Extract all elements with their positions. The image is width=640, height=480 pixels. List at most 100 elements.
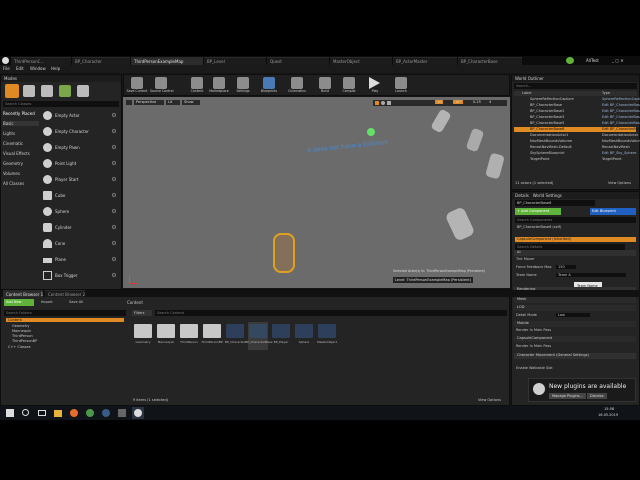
snap-scale[interactable]: 0.25	[471, 100, 483, 104]
outliner-row[interactable]: SkySphereBlueprint Edit BP_Sky_Sphere	[514, 151, 636, 156]
selected-name-field[interactable]: BP_CharacterBase6	[515, 200, 595, 206]
col-label[interactable]: Label	[522, 91, 531, 95]
prop-value-dropdown[interactable]: Low	[556, 313, 590, 317]
component-self[interactable]: BP_CharacterBase6 (self)	[515, 225, 636, 230]
geometry-mode-icon[interactable]	[77, 85, 89, 97]
outliner-row-selected[interactable]: BP_CharacterBase6 Edit BP_CharacterBase	[514, 127, 640, 132]
import-button[interactable]: Import	[39, 299, 63, 306]
content-item[interactable]: MasterObject	[317, 322, 337, 350]
outliner-search[interactable]: Search...	[514, 83, 637, 89]
dismiss-button[interactable]: Dismiss	[587, 393, 607, 399]
content-path[interactable]: Content	[127, 300, 143, 305]
firefox-icon[interactable]	[68, 407, 80, 419]
content-view-options[interactable]: View Options	[478, 398, 501, 402]
outliner-row[interactable]: BP_CharacterBase3 Edit BP_CharacterBase	[514, 115, 640, 120]
modes-search[interactable]: Search Classes	[3, 101, 119, 107]
category-lights[interactable]: Lights	[3, 131, 15, 136]
explorer-icon[interactable]	[52, 407, 64, 419]
foliage-mode-icon[interactable]	[59, 85, 71, 97]
category-cinematic[interactable]: Cinematic	[3, 141, 23, 146]
outliner-row[interactable]: BP_CharacterBase5 Edit BP_CharacterBase	[514, 121, 640, 126]
section-ai[interactable]: AI	[514, 250, 636, 256]
menu-window[interactable]: Window	[30, 66, 46, 71]
section-capsule-component[interactable]: CapsuleComponent	[514, 336, 636, 342]
prop-value-input[interactable]: 150	[556, 265, 576, 269]
outliner-row[interactable]: SphereReflectionCapture SphereReflectionC…	[514, 97, 640, 102]
category-visual-effects[interactable]: Visual Effects	[3, 151, 30, 156]
content-browser-tab-1[interactable]: Content Browser 1	[3, 290, 43, 297]
content-item[interactable]: Mannequin	[156, 322, 176, 350]
viewport-options-icon[interactable]	[126, 100, 132, 105]
col-type[interactable]: Type	[602, 91, 610, 95]
outliner-row[interactable]: RecastNavMesh-Default RecastNavMesh	[514, 145, 636, 150]
scale-icon[interactable]	[387, 101, 391, 105]
clock-time[interactable]: 15:58	[604, 407, 614, 411]
save-all-button[interactable]: Save All	[67, 299, 95, 306]
outliner-view-options[interactable]: View Options	[608, 181, 631, 185]
task-view-icon[interactable]	[36, 407, 48, 419]
tab-5[interactable]: MasterObject	[330, 57, 392, 65]
world-settings-tab[interactable]: World Settings	[533, 193, 562, 198]
menu-help[interactable]: Help	[51, 66, 60, 71]
snap-value[interactable]: 10	[435, 100, 444, 104]
search-components[interactable]: Search Components	[515, 217, 636, 223]
content-browser-tab-2[interactable]: Content Browser 2	[45, 290, 85, 297]
show-button[interactable]: Show	[182, 100, 200, 105]
tab-3[interactable]: BP_Level	[204, 57, 266, 65]
windows-start-icon[interactable]	[4, 407, 16, 419]
category-all-classes[interactable]: All Classes	[3, 181, 24, 186]
rotate-icon[interactable]	[381, 101, 385, 105]
outliner-row[interactable]: DocumentationActor1 DocumentationActor	[514, 133, 638, 138]
tree-item[interactable]: ThirdPersonBP	[12, 339, 37, 343]
tab-4[interactable]: Quest	[267, 57, 329, 65]
outliner-row[interactable]: BP_CharacterBase Edit BP_CharacterBase	[514, 103, 640, 108]
tab-6[interactable]: BP_ActorMaster	[393, 57, 457, 65]
edit-blueprint-button[interactable]: Edit Blueprint	[590, 208, 636, 215]
epic-launcher-icon[interactable]	[116, 407, 128, 419]
content-item[interactable]: ThirdPersonBP	[201, 322, 223, 350]
place-cylinder[interactable]: Cylinder	[41, 222, 119, 233]
category-geometry[interactable]: Geometry	[3, 161, 23, 166]
section-lod[interactable]: LOD	[514, 305, 636, 311]
add-component-button[interactable]: + Add Component	[515, 208, 561, 215]
tree-item[interactable]: C++ Classes	[8, 345, 31, 349]
details-tab[interactable]: Details World Settings	[512, 192, 639, 199]
place-player-start[interactable]: Player Start	[41, 174, 119, 185]
camera-speed[interactable]: 4	[487, 100, 493, 104]
place-empty-pawn[interactable]: Empty Pawn	[41, 142, 119, 153]
window-controls[interactable]: _ ▢ ✕	[612, 58, 624, 63]
steam-icon[interactable]	[100, 407, 112, 419]
place-box-trigger[interactable]: Box Trigger	[41, 270, 119, 281]
chrome-icon[interactable]	[84, 407, 96, 419]
content-item[interactable]: Sphere	[294, 322, 314, 350]
category-volumes[interactable]: Volumes	[3, 171, 20, 176]
menu-file[interactable]: File	[3, 66, 10, 71]
section-character-movement[interactable]: Character Movement (General Settings)	[514, 353, 636, 359]
folder-search[interactable]: Search Folders	[4, 310, 126, 316]
category-basic[interactable]: Basic	[3, 121, 39, 126]
add-new-button[interactable]: Add New	[4, 299, 34, 306]
content-item-selected[interactable]: BP_CharacterBase	[245, 322, 272, 350]
place-empty-actor[interactable]: Empty Actor	[41, 110, 119, 121]
clock-date[interactable]: 16.05.2019	[598, 413, 618, 417]
translate-icon[interactable]	[375, 101, 379, 105]
tab-7[interactable]: BP_CharacterBase	[458, 57, 522, 65]
tab-1[interactable]: BP_Character	[72, 57, 130, 65]
place-plane[interactable]: Plane	[41, 254, 119, 265]
prop-value-input[interactable]: Team A	[556, 273, 626, 277]
outliner-row[interactable]: TargetPoint TargetPoint	[514, 157, 636, 162]
section-mesh[interactable]: Mesh	[514, 297, 636, 303]
tab-0[interactable]: ThirdPersonC...	[11, 57, 71, 65]
section-mobile[interactable]: Mobile	[514, 321, 636, 327]
level-viewport[interactable]: Perspective Lit Show 10 10° 0.25 4 It do…	[123, 97, 510, 288]
place-mode-icon[interactable]	[5, 84, 19, 98]
tree-item[interactable]: Geometry	[12, 324, 29, 328]
tree-item[interactable]: ThirdPerson	[12, 334, 33, 338]
lit-button[interactable]: Lit	[166, 100, 180, 105]
category-recently-placed[interactable]: Recently Placed	[3, 111, 35, 116]
manage-plugins-button[interactable]: Manage Plugins...	[549, 393, 586, 399]
place-sphere[interactable]: Sphere	[41, 206, 119, 217]
content-item[interactable]: BP_Character	[225, 322, 245, 350]
landscape-mode-icon[interactable]	[41, 85, 53, 97]
filters-button[interactable]: Filters	[132, 310, 152, 316]
